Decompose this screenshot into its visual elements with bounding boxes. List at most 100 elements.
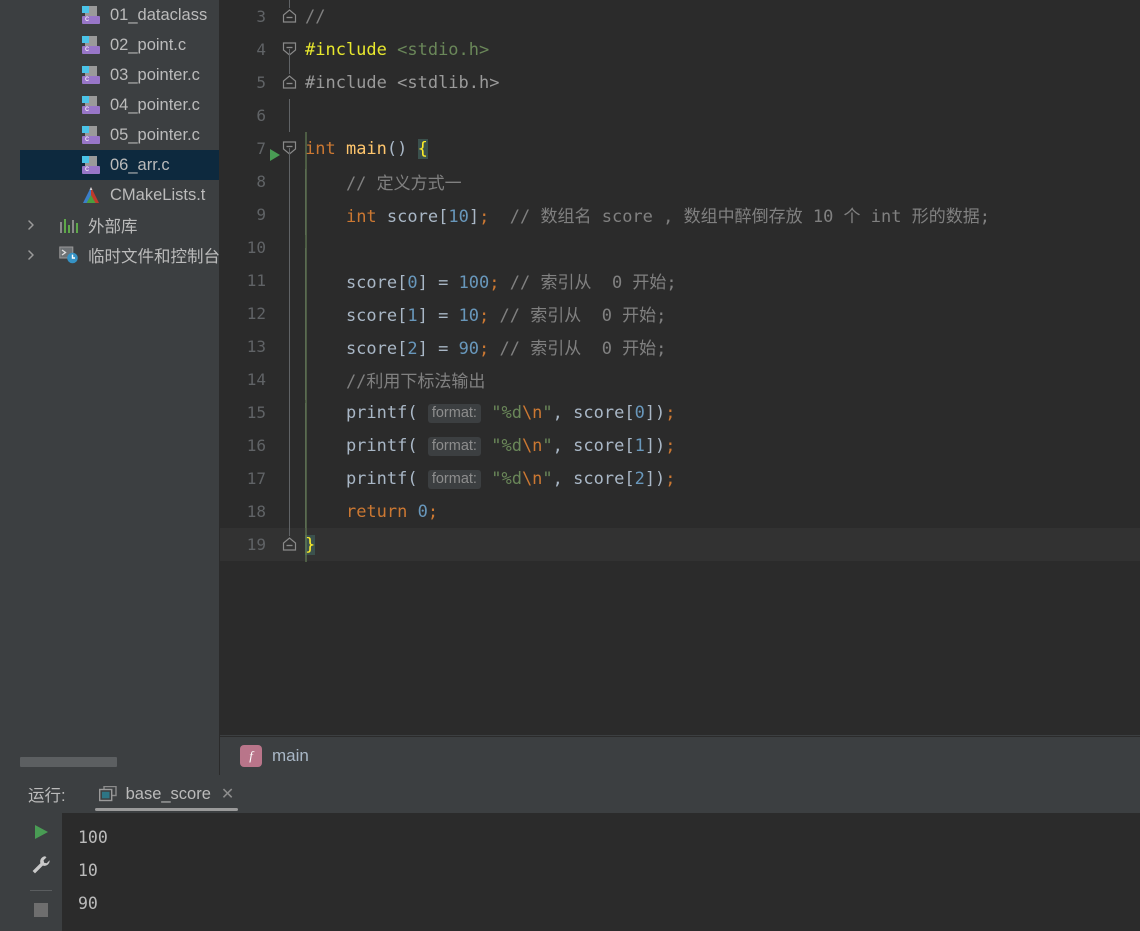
- fold-end-icon[interactable]: [282, 74, 297, 89]
- code-line[interactable]: 12 score[1] = 10; // 索引从 0 开始;: [220, 297, 1140, 334]
- run-tab-base_score[interactable]: base_score ✕: [93, 775, 241, 813]
- fold-end-icon[interactable]: [282, 8, 297, 23]
- fold-gutter[interactable]: [273, 462, 305, 495]
- breadcrumb-bar[interactable]: f main: [220, 736, 1140, 774]
- code-line[interactable]: 16 printf( format: "%d\n", score[1]);: [220, 429, 1140, 469]
- fold-region-line: [289, 363, 290, 396]
- project-tree-horizontal-scrollbar[interactable]: [20, 755, 219, 773]
- fold-gutter[interactable]: [273, 528, 305, 561]
- fold-gutter[interactable]: [273, 495, 305, 528]
- line-number: 18: [246, 502, 266, 521]
- breadcrumb-label[interactable]: main: [262, 746, 309, 766]
- code-text[interactable]: //利用下标法输出: [305, 367, 485, 400]
- stop-square-icon[interactable]: [28, 901, 54, 919]
- tree-item-file[interactable]: c 04_pointer.c: [20, 90, 220, 120]
- code-line[interactable]: 9 int score[10]; // 数组名 score , 数组中醉倒存放 …: [220, 198, 1140, 235]
- code-line[interactable]: 18 return 0;: [220, 495, 1140, 535]
- code-text[interactable]: score[0] = 100; // 索引从 0 开始;: [305, 268, 677, 301]
- code-text[interactable]: score[2] = 90; // 索引从 0 开始;: [305, 334, 667, 367]
- chevron-right-icon[interactable]: [20, 219, 42, 231]
- code-token: //: [305, 6, 326, 27]
- code-line[interactable]: 17 printf( format: "%d\n", score[2]);: [220, 462, 1140, 502]
- code-line[interactable]: 8 // 定义方式一: [220, 165, 1140, 202]
- run-panel-toolbar[interactable]: [20, 813, 62, 931]
- code-text[interactable]: int main() {: [305, 138, 428, 159]
- code-token: ": [542, 402, 553, 423]
- code-line[interactable]: 14 //利用下标法输出: [220, 363, 1140, 400]
- tree-item-file[interactable]: CMakeLists.t: [20, 180, 220, 210]
- fold-gutter[interactable]: [273, 165, 305, 198]
- fold-gutter[interactable]: [273, 297, 305, 330]
- close-icon[interactable]: ✕: [211, 784, 234, 804]
- code-line[interactable]: 3 //: [220, 0, 1140, 33]
- code-line[interactable]: 11 score[0] = 100; // 索引从 0 开始;: [220, 264, 1140, 301]
- code-token: \n: [521, 468, 543, 489]
- wrench-icon[interactable]: [28, 854, 54, 876]
- code-line[interactable]: 7 int main() {: [220, 132, 1140, 165]
- fold-gutter[interactable]: [273, 198, 305, 231]
- code-line[interactable]: 6: [220, 99, 1140, 132]
- code-token: ] =: [417, 306, 459, 326]
- fold-gutter[interactable]: [273, 330, 305, 363]
- parameter-hint: format:: [427, 403, 481, 423]
- tree-item-label: 05_pointer.c: [110, 125, 200, 144]
- c-file-icon: c: [81, 95, 101, 115]
- code-token: ;: [665, 468, 676, 489]
- fold-gutter[interactable]: [273, 99, 305, 132]
- tree-item-label: 01_dataclass: [110, 5, 208, 24]
- code-line[interactable]: 19}: [220, 528, 1140, 561]
- code-text[interactable]: score[1] = 10; // 索引从 0 开始;: [305, 301, 666, 334]
- code-text[interactable]: int score[10]; // 数组名 score , 数组中醉倒存放 10…: [305, 202, 990, 235]
- fold-region-line: [289, 49, 290, 66]
- play-icon[interactable]: [28, 822, 54, 842]
- tree-item-node[interactable]: 外部库: [20, 210, 220, 240]
- code-text[interactable]: printf( format: "%d\n", score[1]);: [305, 435, 676, 469]
- code-line[interactable]: 15 printf( format: "%d\n", score[0]);: [220, 396, 1140, 436]
- fold-end-icon[interactable]: [282, 536, 297, 551]
- scratches-consoles-icon-wrap: [56, 246, 82, 264]
- code-text[interactable]: printf( format: "%d\n", score[0]);: [305, 402, 676, 436]
- fold-region-line: [289, 66, 290, 74]
- line-number: 8: [256, 172, 266, 191]
- tree-item-file[interactable]: c 03_pointer.c: [20, 60, 220, 90]
- code-line[interactable]: 13 score[2] = 90; // 索引从 0 开始;: [220, 330, 1140, 367]
- tree-item-file[interactable]: c 05_pointer.c: [20, 120, 220, 150]
- tree-item-node[interactable]: 临时文件和控制台: [20, 240, 220, 270]
- code-token: {: [417, 138, 428, 159]
- tree-item-label: 06_arr.c: [110, 155, 170, 174]
- code-text[interactable]: return 0;: [305, 501, 438, 535]
- run-console-output[interactable]: 100 10 90: [62, 813, 1140, 931]
- tree-item-label: 03_pointer.c: [110, 65, 200, 84]
- project-tree-panel[interactable]: c 01_dataclass c 02_point.c c 03_pointer.c c 04…: [20, 0, 220, 750]
- fold-gutter[interactable]: [273, 396, 305, 429]
- code-token: ]: [468, 207, 480, 227]
- code-text[interactable]: printf( format: "%d\n", score[2]);: [305, 468, 676, 502]
- fold-gutter[interactable]: [273, 0, 305, 33]
- tree-item-file[interactable]: c 02_point.c: [20, 30, 220, 60]
- code-text[interactable]: // 定义方式一: [305, 169, 462, 202]
- code-token: // 索引从 0 开始;: [489, 339, 667, 359]
- fold-gutter[interactable]: [273, 132, 305, 165]
- code-token: ;: [479, 339, 490, 359]
- fold-gutter[interactable]: [273, 231, 305, 264]
- scrollbar-thumb[interactable]: [20, 757, 117, 767]
- code-text[interactable]: #include <stdio.h>: [305, 40, 489, 60]
- chevron-right-icon[interactable]: [20, 249, 42, 261]
- code-token: // 索引从 0 开始;: [499, 273, 677, 293]
- code-line[interactable]: 10: [220, 231, 1140, 281]
- code-text[interactable]: //: [305, 7, 325, 27]
- fold-gutter[interactable]: [273, 66, 305, 99]
- window-left-edge: [0, 0, 20, 779]
- tree-item-file[interactable]: c 06_arr.c: [20, 150, 220, 180]
- fold-gutter[interactable]: [273, 363, 305, 396]
- code-editor[interactable]: 3 // 4 #include <stdio.h> 5 #include <stdlib.…: [220, 0, 1140, 735]
- fold-gutter[interactable]: [273, 429, 305, 462]
- fold-gutter[interactable]: [273, 264, 305, 297]
- console-output-line: 100: [78, 828, 108, 847]
- tree-item-file[interactable]: c 01_dataclass: [20, 0, 220, 30]
- code-token: 10: [448, 207, 469, 227]
- code-line[interactable]: 4 #include <stdio.h>: [220, 33, 1140, 66]
- code-text[interactable]: #include <stdlib.h>: [305, 73, 499, 93]
- code-line[interactable]: 5 #include <stdlib.h>: [220, 66, 1140, 99]
- fold-gutter[interactable]: [273, 33, 305, 66]
